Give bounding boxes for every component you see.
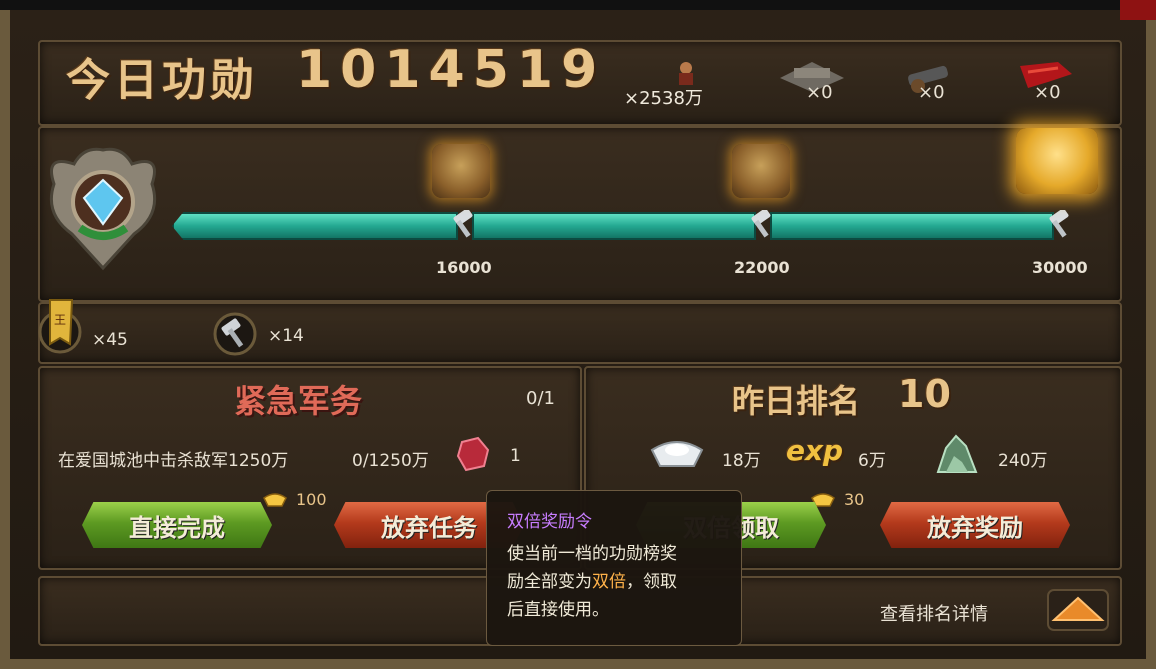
tooltip-highlight: 双倍 <box>592 572 626 592</box>
tooltip-text: 励全部变为 <box>507 572 592 592</box>
abandon-reward-button[interactable]: 放弃奖励 <box>880 502 1070 548</box>
complete-cost: 100 <box>296 490 327 509</box>
merit-score: 1014519 <box>296 40 606 100</box>
progress-bar-segment-1 <box>172 212 458 240</box>
urgent-task-title: 紧急军务 <box>234 382 363 420</box>
silver-reward: 18万 <box>722 451 761 471</box>
urgent-task-progress: 0/1250万 <box>352 451 429 471</box>
soldier-count: ×2538万 <box>624 88 703 109</box>
tooltip-title: 双倍奖励令 <box>507 512 592 532</box>
exp-icon: exp <box>786 434 844 467</box>
milestone-label: 22000 <box>734 258 790 277</box>
tooltip-line-3: 后直接使用。 <box>507 600 609 620</box>
city-count: ×0 <box>806 82 833 103</box>
ore-icon <box>936 434 978 473</box>
milestone-hammer-icon <box>453 210 473 238</box>
view-ranking-details-link[interactable]: 查看排名详情 <box>880 600 988 626</box>
progress-bar-segment-3 <box>770 212 1054 240</box>
milestone-hammer-icon <box>1049 210 1069 238</box>
milestone-hammer-icon <box>751 210 771 238</box>
exp-reward: 6万 <box>858 451 886 471</box>
treasure-chest-icon[interactable] <box>432 144 490 198</box>
rank-emblem-icon <box>49 147 157 271</box>
cannon-count: ×0 <box>918 82 945 103</box>
ore-reward: 240万 <box>998 451 1048 471</box>
tooltip-line-1: 使当前一档的功勋榜奖 <box>507 544 677 564</box>
gold-treasure-chest-icon[interactable] <box>1016 128 1098 194</box>
king-token-count: ×45 <box>92 330 128 350</box>
complete-now-button[interactable]: 直接完成 <box>82 502 272 548</box>
milestone-label: 30000 <box>1032 258 1088 277</box>
gold-ingot-icon <box>263 493 287 507</box>
treasure-chest-icon[interactable] <box>732 144 790 198</box>
progress-bar-segment-2 <box>472 212 756 240</box>
double-reward-tooltip: 双倍奖励令 使当前一档的功勋榜奖 励全部变为双倍，领取 后直接使用。 <box>486 490 742 646</box>
close-corner-icon[interactable] <box>1120 0 1156 20</box>
svg-text:王: 王 <box>54 313 66 327</box>
milestone-label: 16000 <box>436 258 492 277</box>
king-token-icon: 王 <box>38 299 82 354</box>
double-cost: 30 <box>844 490 865 509</box>
inventory-strip <box>38 302 1122 364</box>
silver-ingot-icon <box>650 441 704 467</box>
yesterday-rank-title: 昨日排名 <box>732 382 861 420</box>
yesterday-rank-value: 10 <box>898 372 951 416</box>
page-title: 今日功勋 <box>66 55 258 106</box>
hammer-count: ×14 <box>268 326 304 346</box>
red-crystal-icon <box>456 436 490 472</box>
tooltip-text: ，领取 <box>626 572 677 592</box>
urgent-task-count: 0/1 <box>526 388 555 409</box>
collapse-up-icon[interactable] <box>1046 588 1110 632</box>
flag-count: ×0 <box>1034 82 1061 103</box>
top-strip <box>0 0 1156 10</box>
hammer-item-icon <box>213 312 257 356</box>
tooltip-line-2: 励全部变为双倍，领取 <box>507 568 721 596</box>
urgent-task-desc: 在爱国城池中击杀敌军1250万 <box>58 451 289 471</box>
reward-count: 1 <box>510 446 521 466</box>
